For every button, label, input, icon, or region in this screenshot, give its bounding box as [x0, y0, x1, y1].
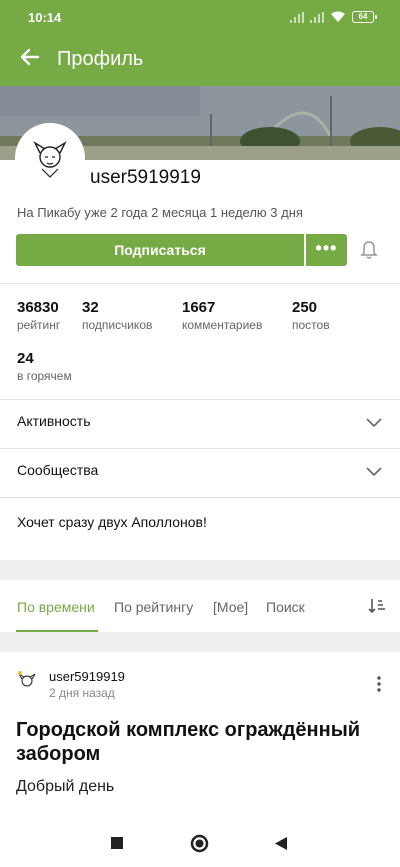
section-communities[interactable]: Сообщества — [0, 449, 400, 497]
stat-value: 32 — [82, 299, 99, 316]
divider — [0, 497, 400, 498]
member-since: На Пикабу уже 2 года 2 месяца 1 неделю 3… — [17, 205, 303, 220]
section-label: Сообщества — [17, 462, 99, 478]
stat-posts[interactable]: 250 постов — [292, 299, 330, 332]
section-separator — [0, 632, 400, 652]
app-header: 10:14 64 Профиль — [0, 0, 400, 86]
section-label: Активность — [17, 413, 91, 429]
post-author-avatar[interactable] — [16, 670, 38, 692]
battery-icon: 64 — [352, 11, 377, 23]
stat-label: комментариев — [182, 318, 263, 332]
back-arrow-icon[interactable] — [18, 46, 40, 68]
section-separator — [0, 560, 400, 580]
sort-tabs: По времени По рейтингу [Мое] Поиск — [0, 580, 400, 632]
post-body: Добрый день — [16, 778, 115, 795]
subscribe-button[interactable]: Подписаться — [16, 234, 304, 266]
stat-comments[interactable]: 1667 комментариев — [182, 299, 262, 332]
kebab-menu-icon[interactable] — [376, 676, 382, 692]
username: user5919919 — [90, 167, 201, 188]
post-card[interactable]: user5919919 2 дня назад Городской компле… — [0, 652, 400, 822]
tab-search[interactable]: Поиск — [266, 599, 305, 615]
status-icons: 64 — [290, 11, 377, 23]
sort-icon[interactable] — [368, 597, 386, 615]
signal-icon — [290, 11, 304, 23]
status-time: 10:14 — [28, 10, 62, 25]
section-activity[interactable]: Активность — [0, 400, 400, 448]
divider — [0, 283, 400, 284]
stat-label: постов — [292, 318, 330, 332]
stat-value: 1667 — [182, 299, 216, 316]
nav-square-icon[interactable] — [110, 836, 124, 850]
post-author[interactable]: user5919919 — [49, 669, 125, 684]
profile-bio: Хочет сразу двух Аполлонов! — [17, 514, 207, 530]
system-nav-bar — [0, 822, 400, 867]
stat-label: рейтинг — [17, 318, 61, 332]
stat-value: 24 — [17, 350, 34, 367]
stat-subscribers[interactable]: 32 подписчиков — [82, 299, 152, 332]
tab-by-rating[interactable]: По рейтингу — [114, 599, 193, 615]
avatar[interactable] — [17, 125, 83, 191]
wifi-icon — [331, 11, 345, 22]
post-time: 2 дня назад — [49, 686, 115, 700]
signal-icon-2 — [310, 11, 324, 23]
stat-hot[interactable]: 24 в горячем — [17, 350, 72, 383]
stat-rating: 36830 рейтинг — [17, 299, 60, 332]
tab-mine[interactable]: [Мое] — [213, 599, 248, 615]
bell-icon[interactable] — [360, 240, 378, 260]
nav-back-triangle-icon[interactable] — [274, 836, 288, 851]
stat-label: в горячем — [17, 369, 72, 383]
stat-label: подписчиков — [82, 318, 153, 332]
nav-circle-icon[interactable] — [190, 834, 209, 853]
status-bar: 10:14 64 — [0, 0, 400, 36]
chevron-down-icon — [366, 467, 382, 477]
more-options-button[interactable]: ••• — [306, 234, 347, 266]
tab-by-time[interactable]: По времени — [17, 599, 95, 615]
chevron-down-icon — [366, 418, 382, 428]
stat-value: 36830 — [17, 299, 59, 316]
avatar-drawing — [18, 671, 36, 687]
page-title: Профиль — [57, 48, 144, 70]
stat-value: 250 — [292, 299, 318, 316]
post-title[interactable]: Городской комплекс ограждённый забором — [16, 718, 386, 766]
avatar-drawing — [33, 141, 67, 178]
